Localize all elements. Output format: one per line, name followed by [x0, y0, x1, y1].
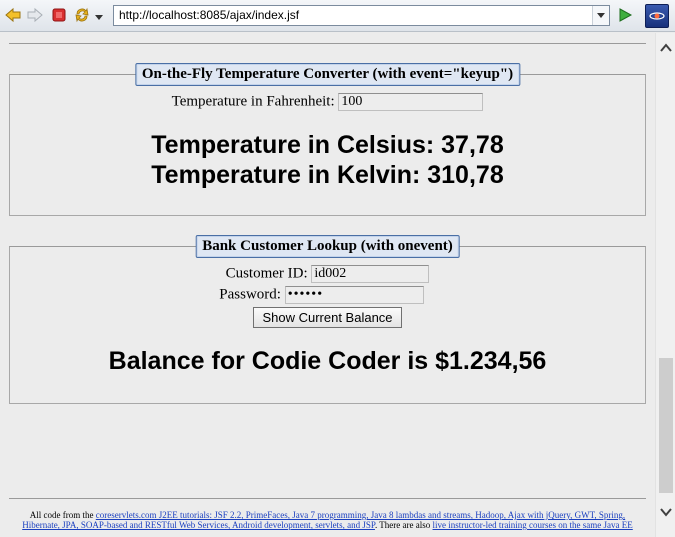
page-content: On-the-Fly Temperature Converter (with e… [0, 33, 655, 537]
stop-icon[interactable] [50, 6, 68, 24]
address-text[interactable]: http://localhost:8085/ajax/index.jsf [119, 8, 299, 22]
footer-courses-link[interactable]: live instructor-led training courses on … [433, 520, 633, 530]
fahrenheit-row: Temperature in Fahrenheit: 100 [10, 93, 645, 111]
vertical-scrollbar[interactable] [655, 33, 675, 537]
bank-panel-legend: Bank Customer Lookup (with onevent) [195, 235, 460, 258]
browser-toolbar: http://localhost:8085/ajax/index.jsf [0, 0, 675, 32]
bank-lookup-panel: Bank Customer Lookup (with onevent) Cust… [9, 235, 646, 404]
customer-id-input[interactable]: id002 [311, 265, 430, 283]
footer-mid-text: . There are also [374, 520, 433, 530]
top-divider [9, 43, 646, 44]
customer-id-row: Customer ID: id002 [10, 265, 645, 283]
browser-logo-icon[interactable] [645, 4, 669, 28]
password-label: Password: [219, 286, 281, 303]
scroll-up-icon[interactable] [659, 41, 673, 59]
temperature-panel-legend: On-the-Fly Temperature Converter (with e… [134, 63, 521, 86]
celsius-result: Temperature in Celsius: 37,78 [151, 131, 504, 159]
address-dropdown-icon[interactable] [592, 6, 609, 25]
fahrenheit-label: Temperature in Fahrenheit: [171, 93, 335, 110]
temperature-converter-panel: On-the-Fly Temperature Converter (with e… [9, 63, 646, 216]
customer-id-label: Customer ID: [225, 265, 308, 282]
refresh-icon[interactable] [73, 6, 91, 24]
go-icon[interactable] [617, 7, 633, 28]
password-row: Password: •••••• [10, 286, 645, 304]
back-icon[interactable] [4, 6, 22, 24]
show-current-balance-button[interactable]: Show Current Balance [253, 307, 402, 328]
footer-text: All code from the coreservlets.com J2EE … [0, 510, 655, 530]
balance-button-row: Show Current Balance [10, 307, 645, 328]
kelvin-result: Temperature in Kelvin: 310,78 [151, 161, 504, 189]
footer-intro: All code from the [29, 510, 96, 520]
password-input[interactable]: •••••• [284, 286, 424, 304]
scroll-down-icon[interactable] [659, 505, 673, 523]
balance-result: Balance for Codie Coder is $1.234,56 [108, 347, 547, 375]
fahrenheit-input[interactable]: 100 [338, 93, 484, 111]
forward-icon[interactable] [26, 6, 44, 24]
footer-divider [9, 498, 646, 499]
address-bar[interactable]: http://localhost:8085/ajax/index.jsf [113, 5, 610, 26]
history-dropdown-icon[interactable] [94, 9, 104, 20]
scrollbar-thumb[interactable] [659, 358, 673, 493]
